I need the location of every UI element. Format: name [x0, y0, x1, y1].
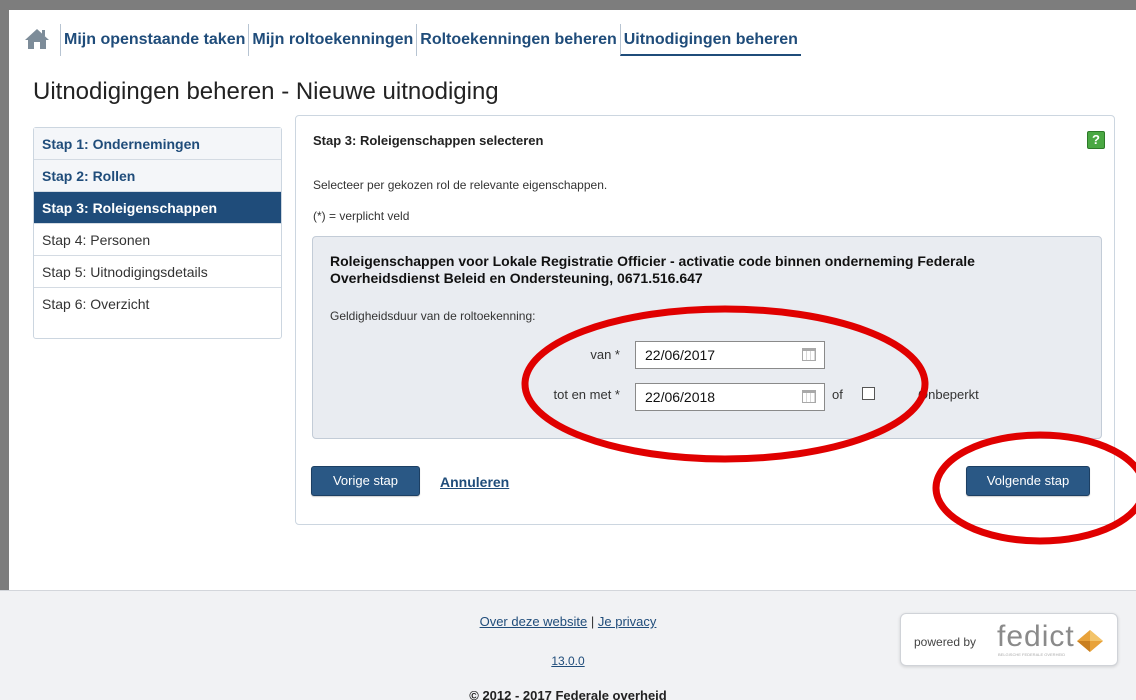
fedict-tagline: BELGISCHE FEDERALE OVERHEID — [998, 652, 1066, 657]
from-label: van * — [590, 347, 620, 362]
to-date-input[interactable]: 22/06/2018 — [635, 383, 825, 411]
step-2-rollen[interactable]: Stap 2: Rollen — [34, 160, 281, 192]
validity-label: Geldigheidsduur van de roltoekenning: — [330, 309, 536, 323]
step-1-ondernemingen[interactable]: Stap 1: Ondernemingen — [34, 128, 281, 160]
help-icon[interactable]: ? — [1087, 131, 1105, 149]
panel-intro: Selecteer per gekozen rol de relevante e… — [313, 178, 608, 192]
previous-step-button[interactable]: Vorige stap — [311, 466, 420, 496]
to-label: tot en met * — [553, 387, 620, 402]
privacy-link[interactable]: Je privacy — [598, 614, 657, 629]
about-website-link[interactable]: Over deze website — [480, 614, 588, 629]
tab-mijn-roltoekenningen[interactable]: Mijn roltoekenningen — [248, 24, 416, 56]
or-label: of — [832, 387, 843, 402]
tab-uitnodigingen-beheren[interactable]: Uitnodigingen beheren — [619, 24, 801, 56]
unlimited-label: Onbeperkt — [918, 387, 979, 402]
fedict-logo-icon — [1077, 630, 1103, 652]
tab-mijn-openstaande-taken[interactable]: Mijn openstaande taken — [60, 24, 248, 56]
role-properties-title: Roleigenschappen voor Lokale Registratie… — [330, 253, 975, 286]
step-4-personen: Stap 4: Personen — [34, 224, 281, 256]
cancel-link[interactable]: Annuleren — [440, 474, 509, 490]
powered-by-text: powered by — [914, 635, 977, 649]
window-top-bar — [0, 0, 1136, 10]
next-step-button[interactable]: Volgende stap — [966, 466, 1090, 496]
wizard-steps: Stap 1: Ondernemingen Stap 2: Rollen Sta… — [33, 127, 282, 339]
calendar-icon[interactable] — [802, 390, 816, 403]
step-5-uitnodigingsdetails: Stap 5: Uitnodigingsdetails — [34, 256, 281, 288]
powered-by-badge[interactable]: powered by fedict BELGISCHE FEDERALE OVE… — [900, 613, 1118, 666]
tab-roltoekenningen-beheren[interactable]: Roltoekenningen beheren — [416, 24, 619, 56]
footer: Over deze website | Je privacy 13.0.0 © … — [0, 590, 1136, 700]
from-date-input[interactable]: 22/06/2017 — [635, 341, 825, 369]
fedict-brand: fedict — [997, 620, 1075, 653]
version-link[interactable]: 13.0.0 — [551, 654, 584, 668]
page-title: Uitnodigingen beheren - Nieuwe uitnodigi… — [33, 78, 499, 105]
unlimited-checkbox[interactable] — [862, 387, 875, 400]
footer-separator: | — [590, 614, 595, 629]
window-left-bar — [0, 0, 9, 600]
step-6-overzicht: Stap 6: Overzicht — [34, 288, 281, 320]
step-panel: Stap 3: Roleigenschappen selecteren ? Se… — [295, 115, 1115, 525]
home-icon[interactable] — [22, 24, 52, 54]
role-properties-box: Roleigenschappen voor Lokale Registratie… — [312, 236, 1102, 439]
step-3-roleigenschappen[interactable]: Stap 3: Roleigenschappen — [34, 192, 281, 224]
main-nav: Mijn openstaande taken Mijn roltoekennin… — [22, 24, 801, 60]
required-note: (*) = verplicht veld — [313, 209, 410, 223]
calendar-icon[interactable] — [802, 348, 816, 361]
copyright: © 2012 - 2017 Federale overheid — [469, 688, 667, 700]
panel-title: Stap 3: Roleigenschappen selecteren — [313, 133, 544, 148]
